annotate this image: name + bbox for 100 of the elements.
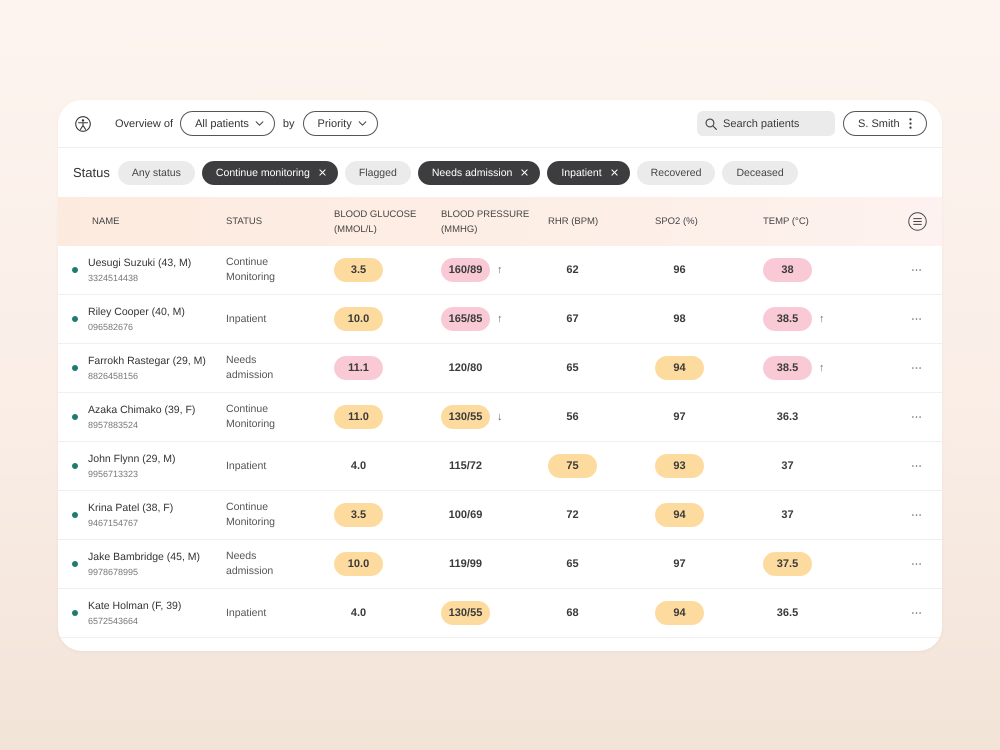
- vital-value: 115/72: [448, 459, 484, 474]
- vital-value: 93: [655, 454, 704, 478]
- vital-value: 38.5: [763, 356, 812, 380]
- vital-value: 100/69: [448, 508, 484, 523]
- close-icon[interactable]: [610, 169, 618, 176]
- status-dot-icon: [72, 267, 78, 273]
- patient-id: 6572543664: [88, 614, 140, 626]
- patient-status: Continue Monitoring: [226, 255, 276, 285]
- vital-value: 165/85: [441, 307, 490, 331]
- status-dot-icon: [72, 463, 78, 469]
- vital-value: 10.0: [334, 307, 383, 331]
- status-filter-chip[interactable]: Deceased: [722, 160, 798, 184]
- sort-dropdown[interactable]: Priority: [302, 111, 378, 136]
- vital-value: 36.3: [776, 410, 800, 425]
- vital-value: 36.5: [776, 606, 800, 621]
- status-dot-icon: [72, 414, 78, 420]
- more-vertical-icon: [909, 118, 912, 129]
- vital-value: 75: [548, 454, 597, 478]
- vital-value: 97: [672, 410, 687, 425]
- status-filter-chip[interactable]: Needs admission: [418, 160, 540, 184]
- trend-arrow: ↑: [819, 362, 824, 374]
- column-header: TEMP (°C): [763, 215, 809, 229]
- person-circle-icon[interactable]: [75, 116, 91, 132]
- vital-value: 38: [763, 258, 812, 282]
- patient-id: 9978678995: [88, 566, 140, 578]
- trend-arrow: ↑: [497, 312, 502, 326]
- patient-name: Uesugi Suzuki (43, M): [88, 256, 192, 270]
- column-header: BLOOD GLUCOSE (MMOL/L): [334, 208, 418, 236]
- trend-arrow: ↑: [819, 312, 824, 326]
- status-filter-chip[interactable]: Inpatient: [547, 160, 630, 184]
- user-menu-button[interactable]: S. Smith: [843, 111, 927, 136]
- by-label: by: [282, 118, 295, 130]
- vital-value: 4.0: [350, 606, 368, 621]
- vital-value: 65: [565, 361, 580, 376]
- patient-name: John Flynn (29, M): [88, 452, 176, 466]
- column-menu-icon[interactable]: [908, 212, 927, 231]
- status-filter-chip[interactable]: Continue monitoring: [202, 160, 338, 184]
- column-header: BLOOD PRESSURE (MMHG): [441, 208, 530, 236]
- patient-name: Farrokh Rastegar (29, M): [88, 354, 206, 368]
- patient-id: 9956713323: [88, 468, 140, 480]
- status-dot-icon: [72, 316, 78, 322]
- patient-name: Riley Cooper (40, M): [88, 306, 185, 318]
- patient-status: Inpatient: [226, 606, 268, 620]
- vital-value: 160/89: [441, 258, 490, 282]
- status-dot-icon: [72, 561, 78, 567]
- trend-arrow: ↓: [497, 410, 502, 424]
- vital-value: 3.5: [334, 503, 383, 527]
- vital-value: 37.5: [763, 552, 812, 576]
- chevron-down-icon: [254, 121, 264, 126]
- close-icon[interactable]: [318, 169, 326, 176]
- trend-arrow: ↑: [497, 264, 502, 276]
- vital-value: 94: [655, 503, 704, 527]
- status-dot-icon: [72, 610, 78, 616]
- vital-value: 119/99: [448, 557, 484, 572]
- patient-status: Needs admission: [226, 549, 274, 579]
- vital-value: 96: [672, 263, 687, 278]
- status-dot-icon: [72, 512, 78, 518]
- vital-value: 97: [672, 557, 687, 572]
- vital-value: 62: [565, 263, 580, 278]
- vital-value: 10.0: [334, 552, 383, 576]
- patient-status: Continue Monitoring: [226, 500, 276, 530]
- vital-value: 65: [565, 557, 580, 572]
- column-header: STATUS: [226, 215, 262, 229]
- vital-value: 72: [565, 508, 580, 523]
- close-icon[interactable]: [521, 169, 528, 176]
- status-filter-chip[interactable]: Recovered: [636, 160, 716, 184]
- vital-value: 37: [780, 459, 795, 474]
- patient-id: 8957883524: [88, 418, 140, 430]
- column-header: SPO2 (%): [655, 215, 698, 229]
- vital-value: 94: [655, 356, 704, 380]
- patient-name: Krina Patel (38, F): [88, 502, 174, 514]
- search-icon: [705, 118, 717, 130]
- vital-value: 130/55: [441, 601, 490, 625]
- column-header: RHR (BPM): [548, 215, 598, 229]
- status-dot-icon: [72, 365, 78, 371]
- vital-value: 68: [565, 606, 580, 621]
- patient-status: Needs admission: [226, 353, 274, 383]
- patient-name: Kate Holman (F, 39): [88, 600, 182, 612]
- vital-value: 4.0: [350, 459, 368, 474]
- patient-status: Continue Monitoring: [226, 402, 276, 432]
- status-filter-chip[interactable]: Any status: [118, 160, 195, 184]
- overview-label: Overview of: [115, 118, 174, 130]
- vital-value: 11.1: [334, 356, 383, 380]
- vital-value: 94: [655, 601, 704, 625]
- patient-id: 3324514438: [88, 272, 140, 284]
- chevron-down-icon: [358, 121, 367, 126]
- status-filter-label: Status: [73, 165, 110, 180]
- patient-name: Jake Bambridge (45, M): [88, 550, 200, 564]
- vital-value: 38.5: [763, 307, 812, 331]
- vital-value: 37: [780, 508, 795, 523]
- vital-value: 11.0: [334, 405, 383, 429]
- vital-value: 56: [565, 410, 580, 425]
- patient-id: 096582676: [88, 320, 134, 332]
- column-header: NAME: [92, 215, 120, 229]
- patient-name: Azaka Chimako (39, F): [88, 404, 196, 416]
- vital-value: 130/55: [441, 405, 490, 429]
- search-field[interactable]: Search patients: [697, 111, 835, 136]
- status-filter-chip[interactable]: Flagged: [344, 160, 411, 184]
- patients-dropdown[interactable]: All patients: [180, 111, 275, 136]
- vital-value: 98: [672, 312, 687, 327]
